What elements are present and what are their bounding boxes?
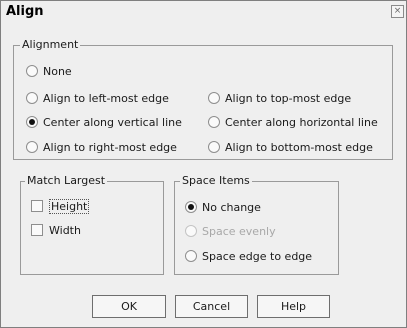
radio-center-vertical-label: Center along vertical line — [43, 116, 182, 129]
checkbox-height-label: Height — [49, 199, 90, 214]
radio-align-top-indicator — [208, 92, 220, 104]
match-largest-group: Match Largest Height Width — [20, 174, 164, 275]
radio-align-left-indicator — [26, 92, 38, 104]
space-items-group: Space Items No change Space evenly Space… — [174, 174, 339, 275]
align-dialog: Align × Alignment None Align to left-mos… — [0, 0, 407, 328]
match-largest-legend: Match Largest — [25, 174, 108, 187]
radio-no-change-indicator — [185, 201, 197, 213]
radio-center-vertical[interactable]: Center along vertical line — [26, 116, 182, 129]
radio-space-edge-to-edge-label: Space edge to edge — [202, 250, 313, 263]
radio-align-bottom-indicator — [208, 141, 220, 153]
radio-space-evenly: Space evenly — [185, 225, 276, 238]
radio-space-evenly-label: Space evenly — [202, 225, 276, 238]
radio-align-left[interactable]: Align to left-most edge — [26, 92, 169, 105]
close-button[interactable]: × — [391, 5, 404, 18]
radio-no-change-label: No change — [202, 201, 261, 214]
dialog-title: Align — [6, 4, 44, 19]
radio-space-edge-to-edge[interactable]: Space edge to edge — [185, 250, 312, 263]
ok-button[interactable]: OK — [92, 295, 166, 318]
cancel-button[interactable]: Cancel — [175, 295, 248, 318]
alignment-legend: Alignment — [20, 38, 81, 51]
radio-center-vertical-indicator — [26, 116, 38, 128]
radio-align-left-label: Align to left-most edge — [43, 92, 169, 105]
radio-align-bottom[interactable]: Align to bottom-most edge — [208, 141, 373, 154]
checkbox-width-box — [31, 224, 43, 236]
radio-none-label: None — [43, 65, 72, 78]
checkbox-height[interactable]: Height — [31, 199, 90, 214]
close-icon: × — [393, 6, 402, 16]
radio-center-horizontal-indicator — [208, 116, 220, 128]
radio-center-horizontal-label: Center along horizontal line — [225, 116, 378, 129]
checkbox-width-label: Width — [49, 224, 81, 237]
title-bar: Align × — [1, 1, 406, 23]
help-button[interactable]: Help — [257, 295, 330, 318]
radio-center-horizontal[interactable]: Center along horizontal line — [208, 116, 378, 129]
checkbox-width[interactable]: Width — [31, 224, 81, 237]
radio-no-change[interactable]: No change — [185, 201, 261, 214]
radio-align-right[interactable]: Align to right-most edge — [26, 141, 177, 154]
space-items-legend: Space Items — [180, 174, 252, 187]
radio-align-right-indicator — [26, 141, 38, 153]
radio-space-evenly-indicator — [185, 225, 197, 237]
radio-align-right-label: Align to right-most edge — [43, 141, 177, 154]
radio-align-bottom-label: Align to bottom-most edge — [225, 141, 373, 154]
alignment-group: Alignment None Align to left-most edge A… — [13, 38, 393, 160]
radio-align-top-label: Align to top-most edge — [225, 92, 352, 105]
checkbox-height-box — [31, 200, 43, 212]
radio-align-top[interactable]: Align to top-most edge — [208, 92, 351, 105]
radio-none[interactable]: None — [26, 65, 72, 78]
radio-none-indicator — [26, 65, 38, 77]
radio-space-edge-to-edge-indicator — [185, 250, 197, 262]
